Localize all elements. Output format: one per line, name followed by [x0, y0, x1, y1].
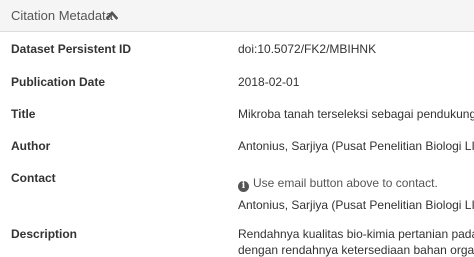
field-label: Publication Date	[11, 75, 106, 89]
description-line-2: dengan rendahnya ketersediaan bahan orga…	[238, 243, 474, 257]
field-label: Contact	[11, 171, 56, 185]
citation-metadata-header[interactable]: Citation Metadata	[0, 0, 474, 32]
dataset-doi-value: doi:10.5072/FK2/MBIHNK	[238, 42, 377, 56]
contact-value: Antonius, Sarjiya (Pusat Penelitian Biol…	[238, 198, 474, 212]
chevron-up-icon[interactable]	[106, 10, 118, 20]
author-value: Antonius, Sarjiya (Pusat Penelitian Biol…	[238, 139, 474, 153]
panel-title: Citation Metadata	[11, 8, 113, 23]
contact-note-text: Use email button above to contact.	[253, 176, 438, 190]
citation-metadata-panel: Citation Metadata Dataset Persistent ID …	[0, 0, 474, 257]
field-label: Author	[11, 139, 51, 153]
title-value: Mikroba tanah terseleksi sebagai penduku…	[238, 107, 474, 121]
field-label: Description	[11, 227, 78, 241]
info-circle-icon: i	[238, 181, 249, 192]
description-line-1: Rendahnya kualitas bio-kimia pertanian p…	[238, 227, 474, 241]
field-label: Title	[11, 107, 36, 121]
publication-date-value: 2018-02-01	[238, 75, 300, 89]
contact-note: i Use email button above to contact.	[238, 176, 438, 192]
field-label: Dataset Persistent ID	[11, 42, 132, 56]
